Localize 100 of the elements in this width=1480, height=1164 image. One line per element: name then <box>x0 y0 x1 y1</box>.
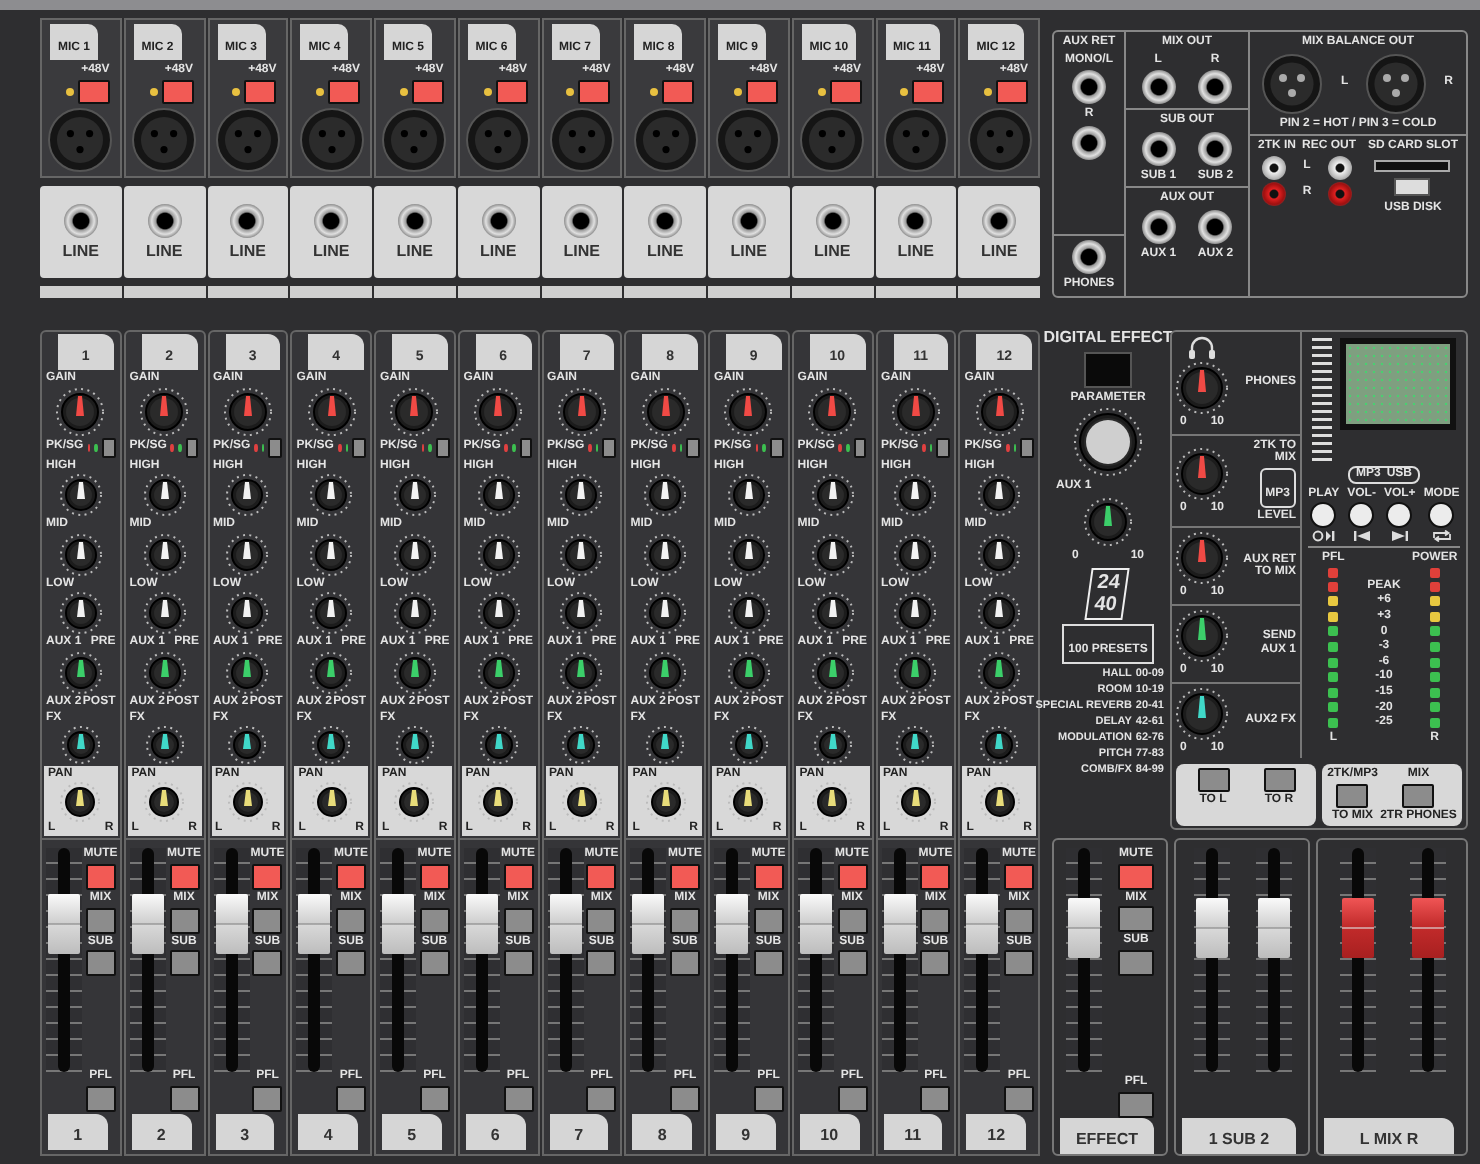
knob[interactable] <box>811 651 854 694</box>
mix-button[interactable] <box>169 907 199 934</box>
phantom-button[interactable] <box>912 79 945 104</box>
push-button[interactable] <box>435 437 450 458</box>
fader-knob[interactable] <box>549 894 581 955</box>
knob[interactable] <box>477 651 520 694</box>
knob[interactable] <box>59 651 102 694</box>
knob[interactable] <box>59 474 102 517</box>
knob[interactable] <box>644 592 687 635</box>
phantom-button[interactable] <box>495 79 527 104</box>
mix-button[interactable] <box>670 907 700 934</box>
knob[interactable] <box>812 781 853 822</box>
knob[interactable] <box>894 474 937 517</box>
knob[interactable] <box>390 387 439 436</box>
sub-button[interactable] <box>85 950 116 977</box>
knob[interactable] <box>310 592 353 635</box>
knob[interactable] <box>1176 362 1228 414</box>
knob[interactable] <box>1084 497 1132 546</box>
player-button[interactable] <box>1428 502 1455 529</box>
pfl-button[interactable] <box>1118 1092 1154 1118</box>
fader-knob[interactable] <box>215 894 247 955</box>
knob[interactable] <box>729 726 768 765</box>
fader-knob[interactable] <box>883 894 915 955</box>
sub-button[interactable] <box>419 950 450 977</box>
knob[interactable] <box>143 651 186 694</box>
pfl-button[interactable] <box>1004 1086 1034 1112</box>
mix-button[interactable] <box>837 907 867 934</box>
knob[interactable] <box>393 474 436 517</box>
sub-button[interactable] <box>169 950 199 977</box>
knob[interactable] <box>891 387 940 436</box>
knob[interactable] <box>59 533 102 576</box>
mix-button[interactable] <box>336 907 366 934</box>
knob[interactable] <box>226 651 269 694</box>
mute-button[interactable] <box>252 863 283 890</box>
phantom-button[interactable] <box>578 79 611 104</box>
knob[interactable] <box>60 781 101 822</box>
knob[interactable] <box>980 726 1019 765</box>
knob[interactable] <box>1176 532 1228 585</box>
sub-button[interactable] <box>920 950 951 977</box>
sub-button[interactable] <box>1118 949 1154 976</box>
knob[interactable] <box>644 533 687 576</box>
phantom-button[interactable] <box>996 79 1028 104</box>
fader-knob[interactable] <box>1411 897 1443 958</box>
knob[interactable] <box>975 387 1024 436</box>
knob[interactable] <box>477 533 520 576</box>
knob[interactable] <box>143 592 186 635</box>
knob[interactable] <box>644 474 687 517</box>
mix-button[interactable] <box>503 907 533 934</box>
phantom-button[interactable] <box>745 79 778 104</box>
fader-knob[interactable] <box>1341 897 1373 958</box>
pfl-button[interactable] <box>837 1086 867 1112</box>
knob[interactable] <box>560 592 603 635</box>
fader-knob[interactable] <box>1257 897 1289 958</box>
mute-button[interactable] <box>753 863 784 890</box>
knob[interactable] <box>811 533 854 576</box>
knob[interactable] <box>896 726 935 765</box>
sub-button[interactable] <box>753 950 784 977</box>
push-button[interactable] <box>1020 437 1034 458</box>
player-button[interactable] <box>1310 502 1337 529</box>
mute-button[interactable] <box>336 863 366 890</box>
mix-button[interactable] <box>85 907 116 934</box>
push-button[interactable] <box>936 437 951 458</box>
knob[interactable] <box>811 592 854 635</box>
mute-button[interactable] <box>920 863 951 890</box>
knob[interactable] <box>477 474 520 517</box>
knob[interactable] <box>562 726 601 765</box>
mix-button[interactable] <box>419 907 450 934</box>
knob[interactable] <box>59 592 102 635</box>
phantom-button[interactable] <box>328 79 360 104</box>
phantom-button[interactable] <box>829 79 861 104</box>
knob[interactable] <box>227 781 268 822</box>
sub-button[interactable] <box>586 950 617 977</box>
mute-button[interactable] <box>837 863 867 890</box>
push-button[interactable] <box>1263 768 1295 793</box>
phantom-button[interactable] <box>244 79 277 104</box>
knob[interactable] <box>226 592 269 635</box>
push-button[interactable] <box>352 437 366 458</box>
knob[interactable] <box>894 592 937 635</box>
fader-knob[interactable] <box>966 894 999 955</box>
fader-knob[interactable] <box>799 894 832 955</box>
knob[interactable] <box>979 781 1020 822</box>
knob[interactable] <box>478 781 519 822</box>
push-button[interactable] <box>101 437 116 458</box>
knob[interactable] <box>727 651 770 694</box>
knob[interactable] <box>223 387 272 436</box>
sub-button[interactable] <box>252 950 283 977</box>
knob[interactable] <box>310 651 353 694</box>
knob[interactable] <box>727 474 770 517</box>
pfl-button[interactable] <box>753 1086 784 1112</box>
knob[interactable] <box>310 533 353 576</box>
sub-button[interactable] <box>336 950 366 977</box>
knob[interactable] <box>477 592 520 635</box>
knob[interactable] <box>144 781 185 822</box>
fader-knob[interactable] <box>131 894 164 955</box>
mute-button[interactable] <box>1118 863 1154 890</box>
knob[interactable] <box>311 781 352 822</box>
knob[interactable] <box>143 533 186 576</box>
knob[interactable] <box>645 781 686 822</box>
pfl-button[interactable] <box>586 1086 617 1112</box>
knob[interactable] <box>395 726 434 765</box>
